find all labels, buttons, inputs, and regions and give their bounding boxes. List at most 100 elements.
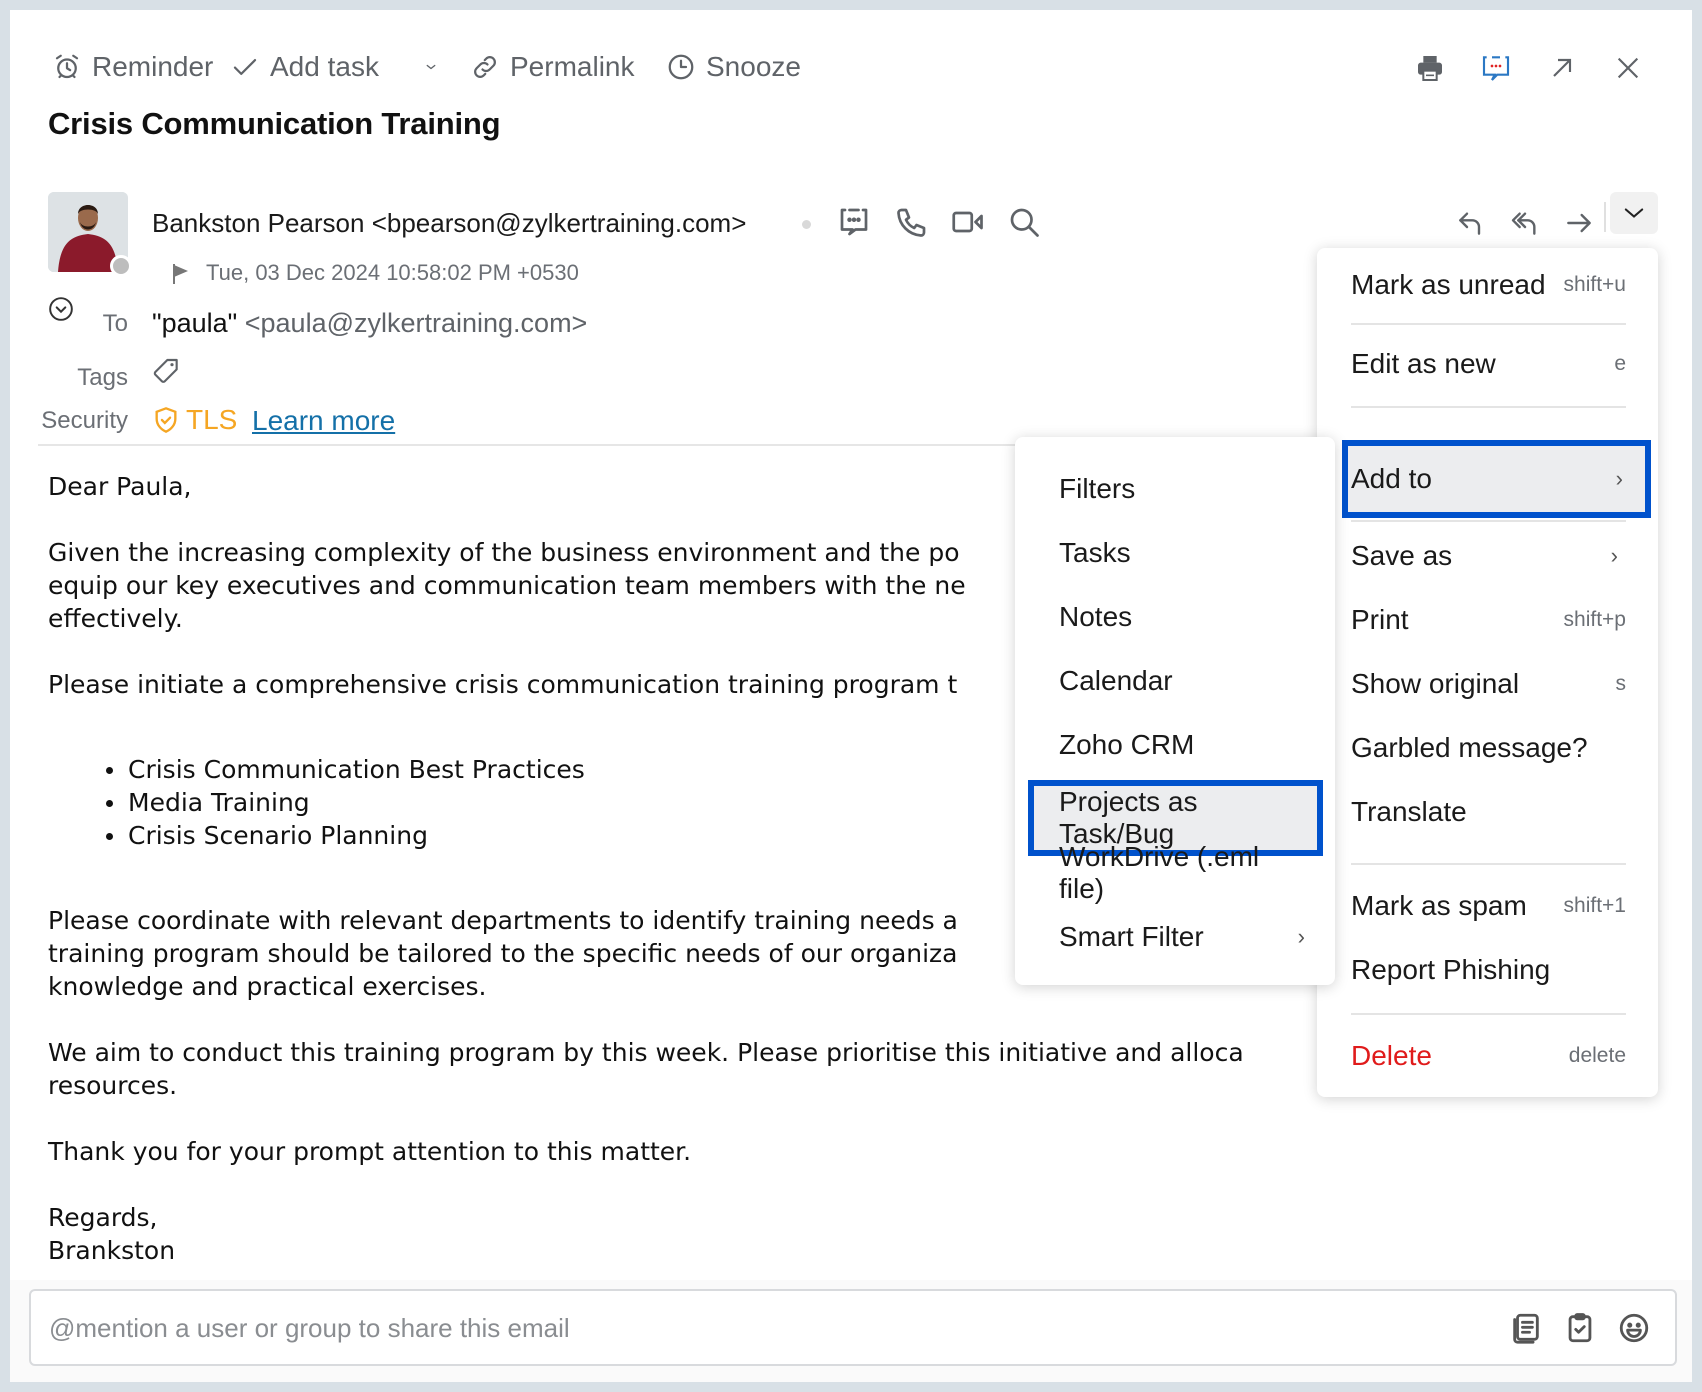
search-sender-button[interactable] bbox=[1006, 204, 1042, 240]
pop-out-icon bbox=[1553, 58, 1572, 77]
submenu-item-label: Notes bbox=[1059, 601, 1133, 632]
chat-bubble-icon bbox=[840, 208, 868, 236]
call-sender-button[interactable] bbox=[894, 204, 930, 240]
reply-all-button[interactable] bbox=[1506, 204, 1544, 242]
menu-item-label: Mark as unread bbox=[1351, 269, 1546, 300]
chat-button[interactable] bbox=[1478, 50, 1514, 86]
reminder-label: Reminder bbox=[92, 51, 214, 82]
learn-more-link[interactable]: Learn more bbox=[252, 405, 395, 437]
menu-item-shortcut: delete bbox=[1568, 1044, 1626, 1067]
close-icon bbox=[1617, 57, 1639, 79]
add-task-label: Add task bbox=[270, 51, 379, 82]
menu-item-label: Show original bbox=[1351, 668, 1520, 699]
chevron-right-icon: › bbox=[1297, 924, 1305, 949]
snooze-button[interactable]: Snooze bbox=[666, 48, 801, 86]
notes-stack-icon bbox=[1513, 1313, 1539, 1344]
emoji-button[interactable] bbox=[1617, 1311, 1651, 1345]
body-line: Thank you for your prompt attention to t… bbox=[48, 1137, 692, 1166]
submenu-item-tasks[interactable]: Tasks bbox=[1015, 523, 1335, 583]
phone-icon bbox=[897, 208, 926, 237]
recipient[interactable]: "paula" <paula@zylkertraining.com> bbox=[152, 308, 587, 339]
submenu-item-label: Tasks bbox=[1059, 537, 1131, 568]
submenu-item-workdrive[interactable]: WorkDrive (.eml file) bbox=[1015, 841, 1335, 904]
menu-item-show-original[interactable]: Show original s bbox=[1317, 654, 1658, 714]
menu-item-mark-as-unread[interactable]: Mark as unread shift+u bbox=[1317, 255, 1658, 315]
notes-button[interactable] bbox=[1509, 1311, 1543, 1345]
signature: Brankston bbox=[48, 1236, 176, 1265]
submenu-item-calendar[interactable]: Calendar bbox=[1015, 651, 1335, 711]
add-task-dropdown[interactable] bbox=[422, 48, 440, 86]
submenu-item-label: WorkDrive (.eml file) bbox=[1059, 841, 1260, 904]
presence-status-dot bbox=[110, 255, 132, 277]
reminder-button[interactable]: Reminder bbox=[52, 48, 213, 86]
checkmark-icon bbox=[233, 59, 257, 75]
task-clipboard-button[interactable] bbox=[1563, 1311, 1597, 1345]
submenu-item-label: Calendar bbox=[1059, 665, 1173, 696]
menu-item-garbled-message[interactable]: Garbled message? bbox=[1317, 718, 1658, 778]
tls-label: TLS bbox=[186, 404, 238, 435]
email-subject: Crisis Communication Training bbox=[48, 106, 501, 141]
mention-input[interactable] bbox=[49, 1309, 1349, 1347]
email-date-row: Tue, 03 Dec 2024 10:58:02 PM +0530 bbox=[168, 260, 579, 286]
menu-item-add-to[interactable]: Add to › bbox=[1342, 440, 1651, 518]
reply-button[interactable] bbox=[1452, 204, 1490, 242]
close-button[interactable] bbox=[1610, 50, 1646, 86]
submenu-item-label: Zoho CRM bbox=[1059, 729, 1195, 760]
tag-icon bbox=[153, 358, 178, 383]
reply-all-icon bbox=[1511, 212, 1536, 235]
add-tag-button[interactable] bbox=[150, 356, 182, 388]
chevron-down-icon bbox=[1624, 208, 1644, 218]
sender-name[interactable]: Bankston Pearson <bpearson@zylkertrainin… bbox=[152, 208, 746, 239]
menu-item-edit-as-new[interactable]: Edit as new e bbox=[1317, 334, 1658, 394]
chevron-down-icon bbox=[426, 64, 436, 70]
separator-dot bbox=[802, 220, 811, 229]
add-task-button[interactable]: Add task bbox=[230, 48, 379, 86]
submenu-item-filters[interactable]: Filters bbox=[1015, 459, 1335, 519]
forward-button[interactable] bbox=[1560, 204, 1598, 242]
submenu-item-zoho-crm[interactable]: Zoho CRM bbox=[1015, 715, 1335, 775]
menu-divider bbox=[1351, 406, 1626, 408]
video-camera-icon bbox=[952, 211, 983, 233]
menu-item-save-as[interactable]: Save as › bbox=[1317, 526, 1658, 586]
menu-item-shortcut: shift+p bbox=[1563, 608, 1626, 631]
menu-item-translate[interactable]: Translate bbox=[1317, 782, 1658, 842]
menu-item-label: Print bbox=[1351, 604, 1409, 635]
menu-item-label: Delete bbox=[1351, 1040, 1432, 1071]
flag-icon[interactable] bbox=[168, 260, 192, 286]
clock-icon bbox=[668, 54, 694, 80]
menu-item-print[interactable]: Print shift+p bbox=[1317, 590, 1658, 650]
menu-item-shortcut: shift+1 bbox=[1563, 894, 1626, 917]
chevron-right-icon: › bbox=[1610, 543, 1618, 568]
chat-sender-button[interactable] bbox=[836, 204, 872, 240]
more-actions-button[interactable] bbox=[1610, 192, 1658, 234]
menu-divider bbox=[1351, 520, 1626, 522]
email-viewer-panel: Reminder Add task Permalink Snooze Crisi… bbox=[10, 10, 1692, 1382]
menu-item-label: Edit as new bbox=[1351, 348, 1496, 379]
menu-item-delete[interactable]: Delete delete bbox=[1317, 1026, 1658, 1086]
menu-item-label: Report Phishing bbox=[1351, 954, 1551, 985]
video-call-button[interactable] bbox=[950, 204, 986, 240]
toolbar-separator bbox=[1604, 202, 1606, 232]
alarm-clock-icon bbox=[55, 54, 79, 79]
submenu-item-notes[interactable]: Notes bbox=[1015, 587, 1335, 647]
menu-item-mark-as-spam[interactable]: Mark as spam shift+1 bbox=[1317, 876, 1658, 936]
menu-divider bbox=[1351, 1013, 1626, 1015]
menu-divider bbox=[1351, 323, 1626, 325]
clipboard-check-icon bbox=[1568, 1313, 1592, 1343]
submenu-item-smart-filter[interactable]: Smart Filter › bbox=[1015, 907, 1335, 967]
menu-item-report-phishing[interactable]: Report Phishing bbox=[1317, 940, 1658, 1000]
menu-item-shortcut: e bbox=[1614, 352, 1626, 375]
menu-item-label: Mark as spam bbox=[1351, 890, 1527, 921]
search-icon bbox=[1010, 208, 1039, 237]
add-to-submenu: Filters Tasks Notes Calendar Zoho CRM Pr… bbox=[1015, 437, 1335, 985]
permalink-button[interactable]: Permalink bbox=[470, 48, 634, 86]
tags-label: Tags bbox=[77, 364, 128, 391]
forward-arrow-icon bbox=[1567, 213, 1591, 233]
permalink-label: Permalink bbox=[510, 51, 635, 82]
closing: Regards, bbox=[48, 1203, 158, 1232]
print-button[interactable] bbox=[1412, 50, 1448, 86]
link-icon bbox=[474, 56, 496, 78]
smiley-icon bbox=[1619, 1313, 1649, 1343]
pop-out-button[interactable] bbox=[1544, 50, 1580, 86]
email-date: Tue, 03 Dec 2024 10:58:02 PM +0530 bbox=[206, 260, 579, 285]
